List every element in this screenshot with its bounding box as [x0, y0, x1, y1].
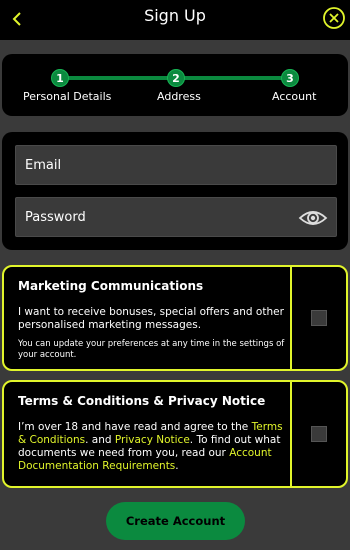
marketing-consent-card: Marketing Communications I want to recei… — [2, 265, 348, 371]
marketing-title: Marketing Communications — [18, 279, 204, 293]
app-header: Sign Up — [0, 0, 350, 40]
terms-consent-card: Terms & Conditions & Privacy Notice I’m … — [2, 380, 348, 488]
terms-text: I’m over 18 and have read and agree to t… — [18, 421, 290, 473]
terms-title: Terms & Conditions & Privacy Notice — [18, 394, 266, 408]
create-account-button[interactable]: Create Account — [106, 502, 245, 540]
terms-text-and: . and — [85, 434, 112, 446]
marketing-checkbox[interactable] — [311, 310, 327, 326]
email-input[interactable] — [16, 146, 336, 184]
step-indicator-1: 1 — [51, 69, 69, 87]
terms-text-end: . — [175, 460, 179, 472]
password-field — [15, 197, 337, 237]
step-label-account: Account — [272, 90, 317, 103]
terms-text-prefix: I’m over 18 and have read and agree to t… — [18, 421, 249, 433]
terms-consent-body: Terms & Conditions & Privacy Notice I’m … — [4, 382, 292, 486]
terms-checkbox[interactable] — [311, 426, 327, 442]
step-indicator-2: 2 — [167, 69, 185, 87]
email-field — [15, 145, 337, 185]
close-button[interactable] — [322, 6, 346, 30]
page-title: Sign Up — [144, 6, 206, 25]
marketing-text: I want to receive bonuses, special offer… — [18, 306, 284, 331]
marketing-consent-body: Marketing Communications I want to recei… — [4, 267, 292, 369]
step-connector — [60, 76, 176, 80]
step-indicator-3: 3 — [281, 69, 299, 87]
password-input[interactable] — [16, 198, 336, 236]
marketing-note: You can update your preferences at any t… — [18, 339, 285, 360]
progress-stepper: 1 2 3 Personal Details Address Account — [2, 54, 348, 116]
step-label-personal-details: Personal Details — [23, 90, 112, 103]
credentials-form — [2, 132, 348, 250]
privacy-notice-link[interactable]: Privacy Notice — [115, 434, 190, 446]
eye-icon — [298, 211, 328, 225]
step-label-address: Address — [157, 90, 201, 103]
close-icon — [323, 7, 345, 29]
password-visibility-toggle[interactable] — [298, 207, 328, 229]
step-connector — [176, 76, 290, 80]
